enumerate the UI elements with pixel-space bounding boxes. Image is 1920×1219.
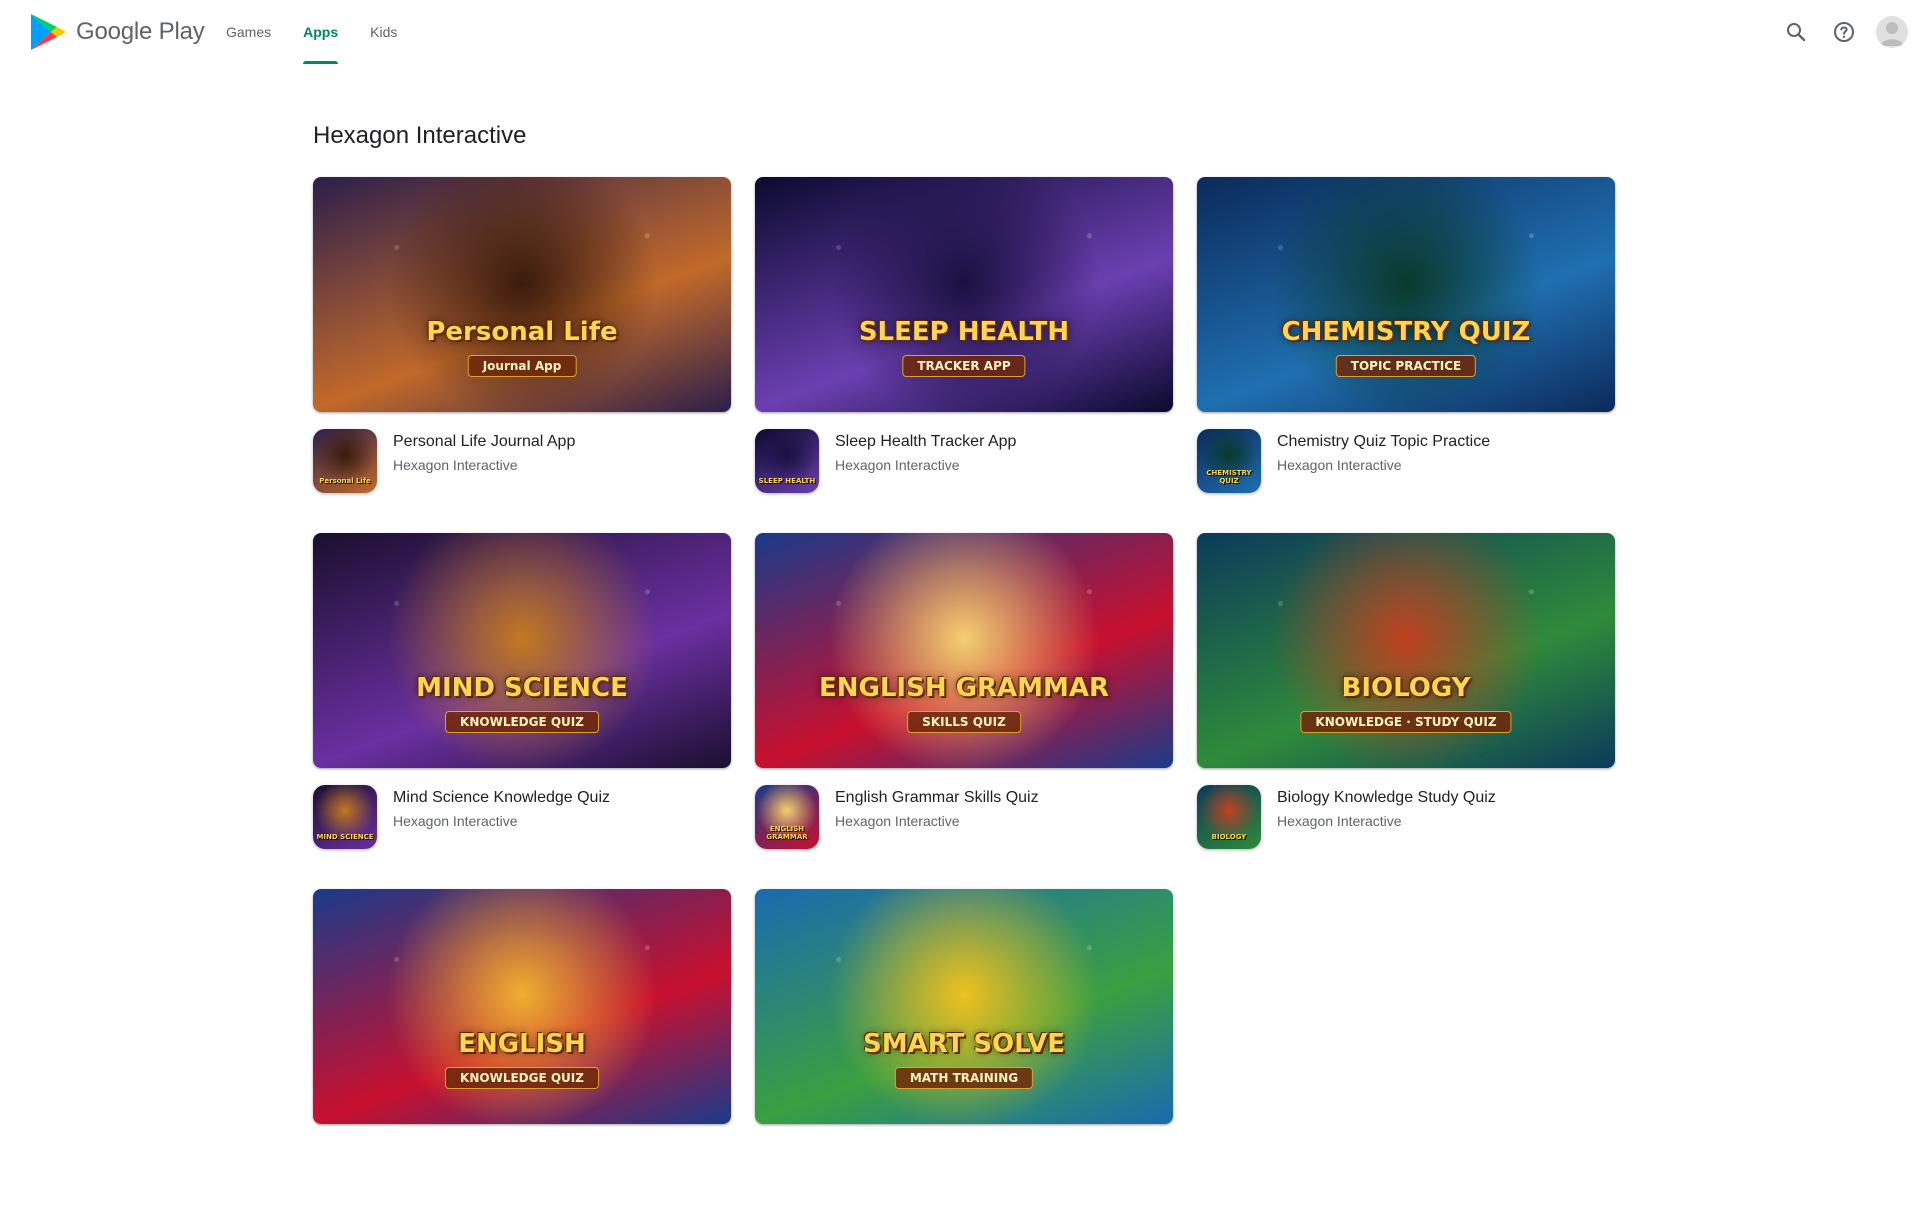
app-feature-graphic[interactable]: SLEEP HEALTH TRACKER APP xyxy=(755,177,1173,412)
play-triangle-icon xyxy=(31,14,66,50)
banner-subtitle: KNOWLEDGE · STUDY QUIZ xyxy=(1300,711,1512,733)
brand-name: Google Play xyxy=(76,18,205,45)
tab-label: Kids xyxy=(370,24,398,40)
banner-title: CHEMISTRY QUIZ xyxy=(1281,317,1531,347)
app-title[interactable]: Mind Science Knowledge Quiz xyxy=(393,789,610,807)
banner-subtitle: KNOWLEDGE QUIZ xyxy=(445,711,599,733)
app-developer[interactable]: Hexagon Interactive xyxy=(1277,813,1402,829)
app-info: ENGLISH GRAMMAR English Grammar Skills Qu… xyxy=(755,785,1173,851)
google-play-logo[interactable]: Google Play xyxy=(30,12,205,52)
app-icon[interactable]: Personal Life xyxy=(313,429,377,493)
banner-title: BIOLOGY xyxy=(1341,673,1471,703)
app-title[interactable]: Chemistry Quiz Topic Practice xyxy=(1277,433,1490,451)
banner-subtitle: KNOWLEDGE QUIZ xyxy=(445,1067,599,1089)
app-feature-graphic[interactable]: SMART SOLVE MATH TRAINING xyxy=(755,889,1173,1124)
app-card[interactable]: SMART SOLVE MATH TRAINING xyxy=(755,889,1173,1219)
app-feature-graphic[interactable]: CHEMISTRY QUIZ TOPIC PRACTICE xyxy=(1197,177,1615,412)
active-tab-indicator xyxy=(303,61,339,64)
app-icon-label: MIND SCIENCE xyxy=(316,833,374,841)
banner-subtitle: SKILLS QUIZ xyxy=(907,711,1021,733)
app-developer[interactable]: Hexagon Interactive xyxy=(393,457,518,473)
app-icon-label: Personal Life xyxy=(319,477,371,485)
search-icon xyxy=(1787,23,1806,42)
app-title[interactable]: English Grammar Skills Quiz xyxy=(835,789,1039,807)
app-title[interactable]: Personal Life Journal App xyxy=(393,433,575,451)
banner-subtitle: TOPIC PRACTICE xyxy=(1335,355,1477,377)
app-info: SLEEP HEALTH Sleep Health Tracker App Hexa… xyxy=(755,429,1173,495)
app-feature-graphic[interactable]: ENGLISH KNOWLEDGE QUIZ xyxy=(313,889,731,1124)
app-feature-graphic[interactable]: ENGLISH GRAMMAR SKILLS QUIZ xyxy=(755,533,1173,768)
app-icon[interactable]: MIND SCIENCE xyxy=(313,785,377,849)
avatar-icon xyxy=(1880,22,1904,46)
banner-title: MIND SCIENCE xyxy=(416,673,628,703)
tab-kids[interactable]: Kids xyxy=(354,0,413,64)
app-info: Personal Life Personal Life Journal App He… xyxy=(313,429,731,495)
search-button[interactable] xyxy=(1776,12,1816,52)
app-developer[interactable]: Hexagon Interactive xyxy=(1277,457,1402,473)
help-button[interactable] xyxy=(1824,12,1864,52)
app-developer[interactable]: Hexagon Interactive xyxy=(835,813,960,829)
app-title[interactable]: Biology Knowledge Study Quiz xyxy=(1277,789,1496,807)
tab-label: Apps xyxy=(303,24,339,40)
app-icon-label: BIOLOGY xyxy=(1211,833,1247,841)
banner-subtitle: MATH TRAINING xyxy=(894,1067,1034,1089)
app-feature-graphic[interactable]: MIND SCIENCE KNOWLEDGE QUIZ xyxy=(313,533,731,768)
app-icon-label: ENGLISH GRAMMAR xyxy=(766,825,808,841)
banner-title: SLEEP HEALTH xyxy=(858,317,1070,347)
banner-title: Personal Life xyxy=(426,317,618,347)
banner-subtitle: Journal App xyxy=(467,355,577,377)
app-feature-graphic[interactable]: BIOLOGY KNOWLEDGE · STUDY QUIZ xyxy=(1197,533,1615,768)
app-icon[interactable]: ENGLISH GRAMMAR xyxy=(755,785,819,849)
app-icon[interactable]: SLEEP HEALTH xyxy=(755,429,819,493)
app-card[interactable]: ENGLISH GRAMMAR SKILLS QUIZ ENGLISH GRAMMA… xyxy=(755,533,1173,863)
account-avatar[interactable] xyxy=(1876,16,1908,48)
header-actions xyxy=(1768,12,1908,52)
app-card[interactable]: CHEMISTRY QUIZ TOPIC PRACTICE CHEMISTRY QU… xyxy=(1197,177,1615,507)
app-feature-graphic[interactable]: Personal Life Journal App xyxy=(313,177,731,412)
app-developer[interactable]: Hexagon Interactive xyxy=(835,457,960,473)
help-icon xyxy=(1834,22,1854,42)
main-content: Hexagon Interactive Personal Life Journal… xyxy=(313,122,1615,1124)
app-icon-label: SLEEP HEALTH xyxy=(758,477,816,485)
banner-title: ENGLISH GRAMMAR xyxy=(818,673,1109,703)
app-icon[interactable]: CHEMISTRY QUIZ xyxy=(1197,429,1261,493)
banner-title: ENGLISH xyxy=(458,1029,586,1059)
app-title[interactable]: Sleep Health Tracker App xyxy=(835,433,1016,451)
banner-title: SMART SOLVE xyxy=(862,1029,1066,1059)
app-card[interactable]: BIOLOGY KNOWLEDGE · STUDY QUIZ BIOLOGY Biol… xyxy=(1197,533,1615,863)
banner-subtitle: TRACKER APP xyxy=(902,355,1026,377)
app-icon[interactable]: BIOLOGY xyxy=(1197,785,1261,849)
app-info: BIOLOGY Biology Knowledge Study Quiz Hexag… xyxy=(1197,785,1615,851)
main-nav: Games Apps Kids xyxy=(210,0,413,64)
tab-games[interactable]: Games xyxy=(210,0,287,64)
app-card[interactable]: SLEEP HEALTH TRACKER APP SLEEP HEALTH Sleep… xyxy=(755,177,1173,507)
app-card[interactable]: Personal Life Journal App Personal Life Per… xyxy=(313,177,731,507)
page-title: Hexagon Interactive xyxy=(313,122,527,149)
tab-apps[interactable]: Apps xyxy=(287,0,354,64)
app-icon-label: CHEMISTRY QUIZ xyxy=(1206,469,1252,485)
app-developer[interactable]: Hexagon Interactive xyxy=(393,813,518,829)
app-card[interactable]: ENGLISH KNOWLEDGE QUIZ xyxy=(313,889,731,1219)
app-info: MIND SCIENCE Mind Science Knowledge Quiz H… xyxy=(313,785,731,851)
app-info: CHEMISTRY QUIZ Chemistry Quiz Topic Pract… xyxy=(1197,429,1615,495)
top-app-bar: Google Play Games Apps Kids xyxy=(0,0,1920,64)
app-card[interactable]: MIND SCIENCE KNOWLEDGE QUIZ MIND SCIENCE Mi… xyxy=(313,533,731,863)
tab-label: Games xyxy=(226,24,272,40)
